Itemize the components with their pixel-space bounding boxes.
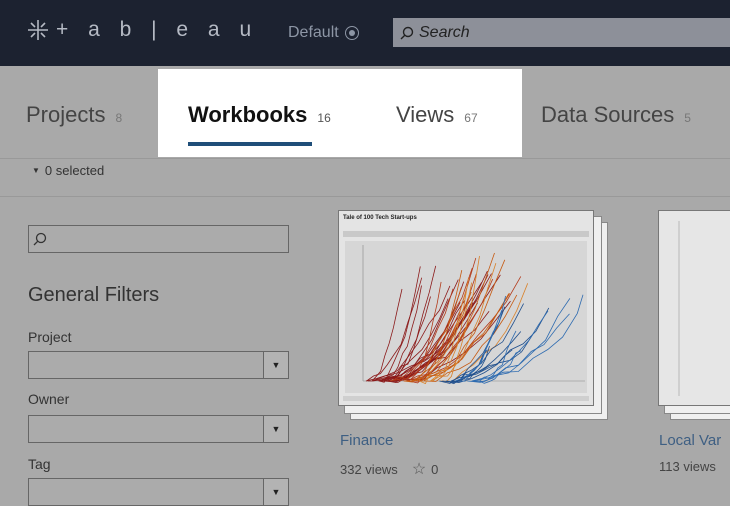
global-search-input[interactable]: Search <box>393 18 730 47</box>
workbook-thumbnail-finance[interactable]: Tale of 100 Tech Start-ups <box>338 210 594 406</box>
search-icon <box>400 26 414 39</box>
favorite-count: 0 <box>431 461 439 477</box>
caret-down-icon: ▼ <box>32 166 40 175</box>
general-filters-heading: General Filters <box>28 284 160 306</box>
site-label: Default <box>288 24 339 41</box>
thumbnail-title: Tale of 100 Tech Start-ups <box>343 215 417 221</box>
search-icon <box>33 232 47 246</box>
workbook-name-link[interactable]: Local Var <box>659 432 721 449</box>
active-tab-underline <box>188 142 312 146</box>
workbook-name-link[interactable]: Finance <box>340 432 393 449</box>
chevron-down-icon: ▼ <box>263 352 288 378</box>
thumbnail-footer <box>343 396 589 401</box>
tab-data-sources[interactable]: Data Sources 5 <box>541 102 691 128</box>
tab-views[interactable]: Views 67 <box>396 102 478 128</box>
search-placeholder: Search <box>419 23 470 41</box>
workbook-thumbnail-local-var[interactable] <box>658 210 730 406</box>
filter-label-tag: Tag <box>28 456 51 472</box>
favorite-button[interactable]: ☆ 0 <box>412 459 439 479</box>
top-nav-bar: + a b | e a u Default Search <box>0 0 730 66</box>
tab-projects[interactable]: Projects 8 <box>26 102 122 128</box>
chevron-down-icon: ▼ <box>263 416 288 442</box>
tableau-logo[interactable]: + a b | e a u <box>26 18 258 42</box>
thumbnail-line-chart <box>345 241 587 393</box>
filter-search-input[interactable] <box>28 225 289 253</box>
divider <box>0 196 730 197</box>
view-count: 113 views <box>659 459 716 474</box>
tab-count: 5 <box>684 111 691 125</box>
site-selector[interactable]: Default <box>288 24 359 42</box>
star-icon: ☆ <box>411 461 427 478</box>
tag-filter-dropdown[interactable]: ▼ <box>28 478 289 506</box>
tableau-logo-icon <box>28 20 48 40</box>
owner-filter-dropdown[interactable]: ▼ <box>28 415 289 443</box>
view-count: 332 views <box>340 461 398 477</box>
tab-label: Workbooks <box>188 102 308 127</box>
tab-label: Views <box>396 102 455 127</box>
filter-label-owner: Owner <box>28 391 70 407</box>
logo-wordmark: + a b | e a u <box>56 18 259 41</box>
thumbnail-subheader <box>343 231 589 237</box>
tab-label: Projects <box>26 102 106 127</box>
tab-count: 67 <box>464 111 478 125</box>
tab-count: 8 <box>115 111 123 125</box>
tab-label: Data Sources <box>541 102 675 127</box>
project-filter-dropdown[interactable]: ▼ <box>28 351 289 379</box>
site-selector-icon <box>344 26 359 40</box>
selection-bar <box>0 158 730 197</box>
chevron-down-icon: ▼ <box>263 479 288 505</box>
thumbnail-grid <box>659 211 730 405</box>
filter-label-project: Project <box>28 329 72 345</box>
workbook-meta: 332 views ☆ 0 <box>340 459 438 479</box>
selection-count: 0 selected <box>44 163 105 178</box>
tab-workbooks[interactable]: Workbooks 16 <box>188 102 331 128</box>
selection-dropdown[interactable]: ▼ 0 selected <box>32 163 104 178</box>
tab-count: 16 <box>317 111 331 125</box>
